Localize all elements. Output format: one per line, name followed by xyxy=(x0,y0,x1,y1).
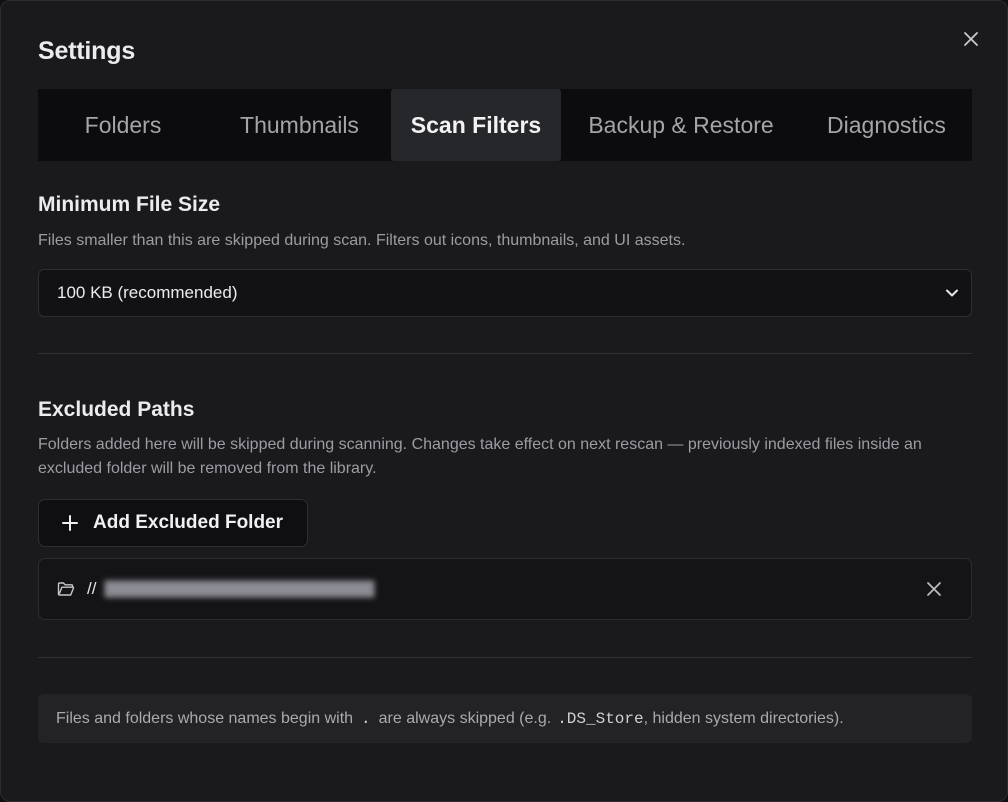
excluded-paths-title: Excluded Paths xyxy=(38,398,195,421)
tab-diagnostics[interactable]: Diagnostics xyxy=(801,89,972,161)
min-file-size-select[interactable]: 100 KB (recommended) xyxy=(38,269,972,317)
close-button[interactable] xyxy=(959,27,983,51)
min-file-size-value: 100 KB (recommended) xyxy=(57,283,238,302)
add-excluded-folder-button[interactable]: Add Excluded Folder xyxy=(38,499,308,547)
excluded-path-redacted: ██████████████████████████████ xyxy=(104,580,375,598)
dialog-title: Settings xyxy=(38,37,136,65)
tab-backup-restore[interactable]: Backup & Restore xyxy=(561,89,801,161)
excluded-paths-description: Folders added here will be skipped durin… xyxy=(38,436,922,477)
add-excluded-folder-label: Add Excluded Folder xyxy=(93,512,284,533)
close-icon xyxy=(927,582,941,596)
note-text-middle: are always skipped (e.g. xyxy=(378,709,552,727)
settings-tabs: Folders Thumbnails Scan Filters Backup &… xyxy=(38,89,972,161)
excluded-path-item: // ██████████████████████████████ xyxy=(38,558,972,620)
note-text-before: Files and folders whose names begin with xyxy=(56,709,354,727)
plus-icon xyxy=(61,514,79,532)
settings-dialog: Settings Folders Thumbnails Scan Filters… xyxy=(0,0,1008,802)
remove-path-button[interactable] xyxy=(923,578,945,600)
close-icon xyxy=(964,32,978,46)
folder-open-icon xyxy=(57,581,75,597)
note-text-after: , hidden system directories). xyxy=(643,709,844,727)
tab-scan-filters[interactable]: Scan Filters xyxy=(391,89,561,161)
note-example-code: .DS_Store xyxy=(557,709,644,728)
min-file-size-description: Files smaller than this are skipped duri… xyxy=(38,232,686,249)
note-dot-code: . xyxy=(361,709,371,728)
tab-folders[interactable]: Folders xyxy=(38,89,208,161)
min-file-size-title: Minimum File Size xyxy=(38,193,221,216)
section-divider xyxy=(38,657,972,658)
chevron-down-icon xyxy=(946,289,958,297)
hidden-files-note: Files and folders whose names begin with… xyxy=(38,694,972,743)
tab-thumbnails[interactable]: Thumbnails xyxy=(208,89,391,161)
excluded-path-prefix: // xyxy=(87,579,97,598)
section-divider xyxy=(38,353,972,354)
